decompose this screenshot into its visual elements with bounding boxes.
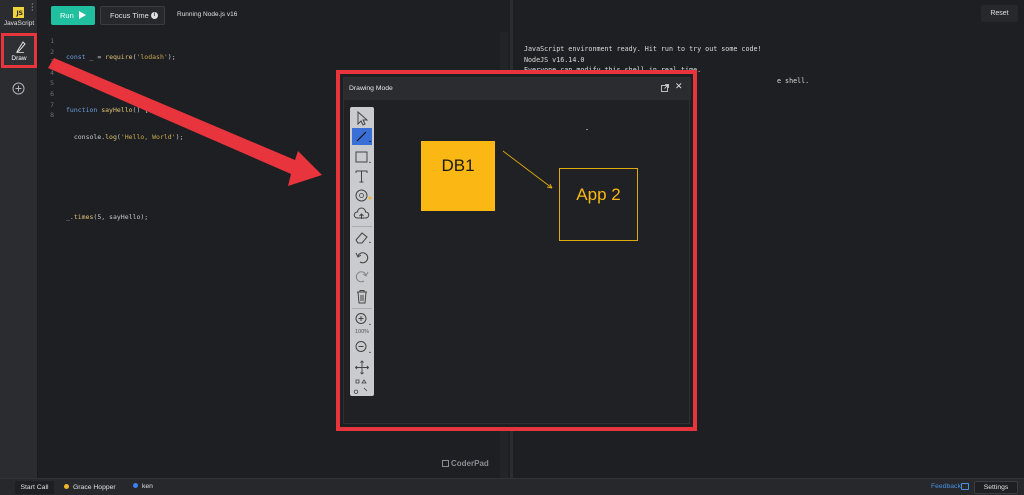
line-number: 7 — [50, 100, 54, 109]
javascript-icon: JS — [13, 7, 24, 18]
status-bar: Start Call Grace Hopper ken Feedback Set… — [0, 478, 1024, 495]
line-number: 4 — [50, 68, 54, 77]
rectangle-icon — [355, 151, 371, 163]
presence-dot — [133, 483, 138, 488]
modal-header: Drawing Mode ✕ — [344, 78, 691, 100]
toolbar-separator — [352, 308, 372, 309]
undo-icon — [355, 252, 369, 264]
shapes-icon — [353, 379, 368, 394]
move-icon — [354, 360, 370, 375]
cloud-upload-icon — [353, 207, 370, 219]
popout-icon[interactable] — [661, 84, 669, 92]
coderpad-app: JS JavaScript · · · Draw Run Focus Time i … — [0, 0, 1024, 495]
info-icon[interactable]: i — [151, 12, 158, 19]
settings-button[interactable]: Settings — [974, 481, 1018, 494]
participant-name: ken — [142, 483, 153, 490]
line-number-gutter: 12345678 — [38, 36, 54, 121]
participant-grace-hopper: Grace Hopper — [64, 481, 127, 494]
zoom-out-icon — [355, 341, 371, 353]
close-icon[interactable]: ✕ — [675, 82, 683, 92]
sticker-tool[interactable] — [352, 187, 372, 204]
code-line: console.log('Hello, World'); — [66, 132, 184, 141]
text-tool[interactable] — [352, 168, 372, 185]
play-icon — [79, 11, 86, 19]
trash-icon — [357, 290, 367, 304]
toolbar-separator — [352, 226, 372, 227]
run-label: Run — [60, 11, 74, 20]
eraser-icon — [355, 232, 371, 244]
line-number: 1 — [50, 37, 54, 45]
code-line: _.times(5, sayHello); — [66, 212, 149, 221]
app2-box[interactable]: App 2 — [559, 168, 638, 241]
line-icon — [356, 131, 371, 142]
zoom-out-tool[interactable] — [352, 339, 372, 356]
redo-tool[interactable] — [352, 268, 372, 285]
draw-label: Draw — [11, 55, 27, 62]
drawing-mode-modal: Drawing Mode ✕ 100% DB1 App 2 — [336, 70, 697, 431]
cursor-icon — [357, 110, 369, 126]
line-number: 5 — [50, 79, 54, 88]
drawing-panel: Drawing Mode ✕ 100% DB1 App 2 — [343, 77, 691, 424]
presence-dot — [64, 484, 69, 489]
left-rail: JS JavaScript · · · Draw — [0, 0, 38, 478]
undo-tool[interactable] — [352, 249, 372, 266]
more-options-icon[interactable]: · · · — [31, 1, 35, 15]
select-tool[interactable] — [352, 110, 372, 127]
line-tool[interactable] — [352, 128, 372, 145]
palette-icon — [355, 189, 372, 202]
upload-tool[interactable] — [352, 206, 372, 223]
pen-icon — [16, 41, 26, 53]
participant-name: Grace Hopper — [73, 484, 116, 491]
participant-ken: ken — [133, 483, 153, 490]
line-number: 8 — [50, 111, 54, 120]
modal-title: Drawing Mode — [349, 85, 393, 92]
code-line: const _ = require('lodash'); — [66, 53, 176, 61]
line-number: 2 — [50, 47, 54, 56]
zoom-in-icon — [355, 313, 371, 325]
start-call-button[interactable]: Start Call — [15, 481, 54, 494]
line-number: 6 — [50, 89, 54, 98]
clear-tool[interactable] — [352, 288, 372, 305]
drawing-canvas[interactable]: DB1 App 2 — [377, 101, 687, 421]
chat-bubble-icon[interactable] — [961, 483, 969, 490]
add-circle-icon[interactable] — [12, 82, 25, 95]
zoom-in-tool[interactable] — [352, 311, 372, 328]
draw-button[interactable]: Draw — [1, 33, 37, 68]
eraser-tool[interactable] — [352, 229, 372, 246]
zoom-level: 100% — [354, 329, 370, 335]
focus-time-label: Focus Time — [110, 11, 149, 20]
run-button[interactable]: Run — [51, 6, 95, 25]
connector-arrow[interactable] — [377, 101, 687, 421]
line-number: 3 — [50, 58, 54, 67]
reset-button[interactable]: Reset — [981, 5, 1018, 22]
editor-toolbar: Run Focus Time i Running Node.js v16 — [38, 0, 510, 32]
drawing-toolbar: 100% — [350, 107, 374, 396]
console-line: JavaScript environment ready. Hit run to… — [524, 45, 762, 53]
shapes-tool[interactable] — [352, 377, 372, 394]
text-icon — [355, 170, 368, 183]
console-line: NodeJS v16.14.0 — [524, 55, 585, 64]
code-content[interactable]: const _ = require('lodash'); function sa… — [66, 36, 183, 265]
redo-icon — [355, 271, 369, 283]
feedback-link[interactable]: Feedback — [931, 483, 961, 490]
pan-tool[interactable] — [352, 359, 372, 376]
code-line: function sayHello() { — [66, 106, 149, 115]
focus-time-button[interactable]: Focus Time i — [100, 6, 165, 25]
coderpad-logo: CoderPad — [442, 459, 489, 468]
language-label: JavaScript — [3, 20, 35, 27]
runtime-label: Running Node.js v16 — [177, 11, 238, 18]
rectangle-tool[interactable] — [352, 149, 372, 166]
